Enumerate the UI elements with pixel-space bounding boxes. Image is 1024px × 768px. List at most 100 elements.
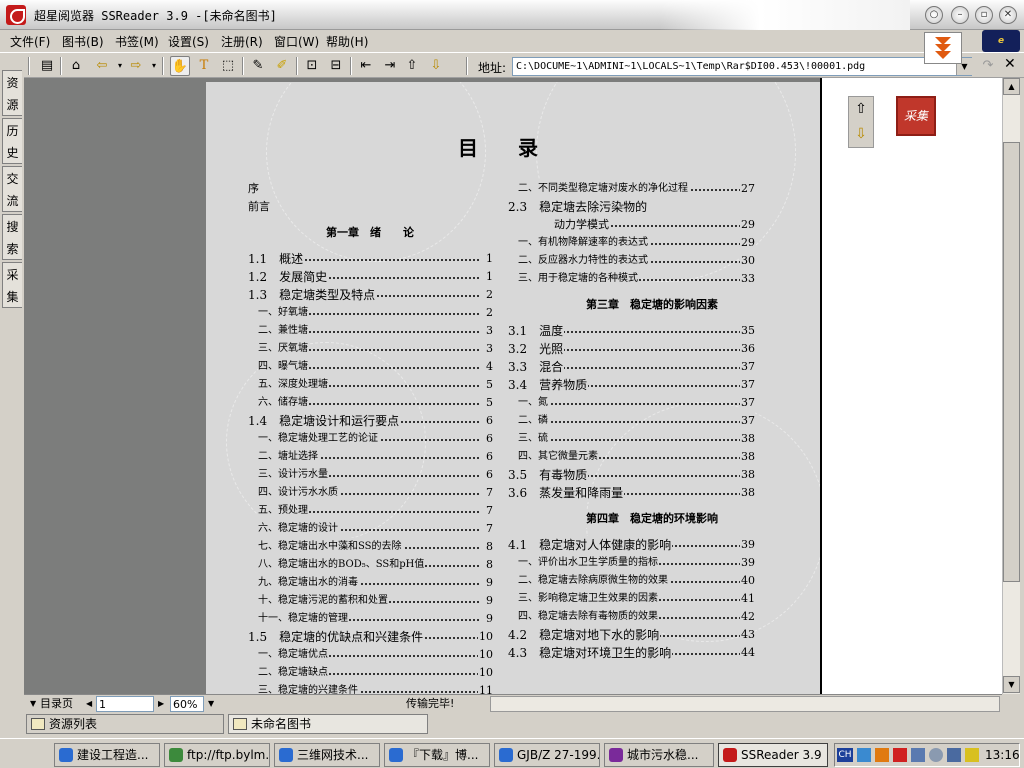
toc-entry-title: 1.3 稳定塘类型及特点 (248, 286, 377, 304)
toc-entry-title: 五、预处理 (258, 502, 309, 520)
page-up-icon[interactable]: ⇧ (849, 97, 873, 122)
circle-icon: ○ (929, 9, 939, 20)
prev-bookmark-icon[interactable]: ⇤ (356, 56, 376, 76)
taskbar-item[interactable]: 城市污水稳... (604, 743, 714, 767)
maximize-button[interactable]: ▫ (975, 6, 993, 24)
taskbar-item[interactable]: GJB/Z 27-199... (494, 743, 600, 767)
toc-page-number: 6 (485, 448, 493, 466)
toc-entry-title: 六、稳定塘的设计 (258, 520, 339, 538)
menu-book[interactable]: 图书(B) (62, 33, 104, 50)
page-width-icon[interactable]: ⊟ (326, 56, 346, 76)
shield-icon[interactable] (929, 748, 943, 762)
document-view[interactable]: 目 录 序前言 第一章 绪 论 1.1 概述 1 1.2 发展简史 1 1.3 稳定塘类型及… (24, 78, 1002, 694)
next-page-icon[interactable]: ▶ (158, 696, 164, 712)
list-icon (31, 718, 45, 730)
flashget-icon[interactable] (893, 748, 907, 762)
toc-page-number: 10 (478, 664, 493, 682)
monitor-icon[interactable] (947, 748, 961, 762)
back-arrow-icon[interactable]: ⇦ (92, 56, 112, 76)
toc-page-number: 38 (740, 484, 755, 502)
pen-icon[interactable]: ✐ (272, 56, 292, 76)
text-tool-icon[interactable]: T (194, 56, 214, 76)
sidetab-resources[interactable]: 资源 (2, 70, 22, 116)
scroll-up-icon[interactable]: ▲ (1003, 78, 1020, 95)
menu-settings[interactable]: 设置(S) (168, 33, 209, 50)
up-arrow-icon[interactable]: ⇧ (402, 56, 422, 76)
toc-page-number: 38 (740, 430, 755, 448)
home-icon[interactable]: ⌂ (66, 56, 86, 76)
ssreader-app-icon[interactable] (6, 5, 26, 25)
sidetab-search[interactable]: 搜索 (2, 214, 22, 260)
toc-page-number: 33 (740, 270, 755, 288)
toc-entry: 3.1 温度 35 (508, 322, 755, 340)
next-bookmark-icon[interactable]: ⇥ (380, 56, 400, 76)
window-title: 超星阅览器 SSReader 3.9 -[未命名图书] (34, 9, 277, 23)
sidetab-exchange[interactable]: 交流 (2, 166, 22, 212)
page-down-icon[interactable]: ⇩ (849, 122, 873, 147)
forward-arrow-icon[interactable]: ⇨ (126, 56, 146, 76)
toc-entry: 六、稳定塘的设计 7 (248, 520, 493, 538)
ie-icon (279, 748, 293, 762)
toc-entry: 二、兼性塘 3 (248, 322, 493, 340)
select-tool-icon[interactable]: ⬚ (218, 56, 238, 76)
prev-page-icon[interactable]: ◀ (86, 696, 92, 712)
forward-dropdown-icon[interactable]: ▾ (144, 56, 164, 76)
app-tray-icon[interactable] (875, 748, 889, 762)
address-input[interactable]: C:\DOCUME~1\ADMINI~1\LOCALS~1\Temp\Rar$D… (512, 57, 972, 76)
scroll-down-icon[interactable]: ▼ (1003, 676, 1020, 693)
hand-tool-icon[interactable]: ✋ (170, 56, 190, 76)
toc-entry: 三、稳定塘的兴建条件 11 (248, 682, 493, 694)
taskbar-item[interactable]: ftp://ftp.bylm... (164, 743, 270, 767)
toc-title-left: 目 (458, 136, 478, 160)
menu-window[interactable]: 窗口(W) (274, 33, 319, 50)
collect-button[interactable]: 采集 (896, 96, 936, 136)
horizontal-scrollbar[interactable] (490, 696, 1000, 712)
sidetab-collect[interactable]: 采集 (2, 262, 22, 308)
toc-page-number: 10 (478, 646, 493, 664)
zoom-select[interactable]: 60% (170, 696, 204, 712)
zoom-dropdown-icon[interactable]: ▼ (208, 696, 214, 712)
taskbar-item[interactable]: 『下载』博... (384, 743, 490, 767)
help-circle-button[interactable]: ○ (925, 6, 943, 24)
scroll-thumb[interactable] (1003, 142, 1020, 582)
menu-file[interactable]: 文件(F) (10, 33, 50, 50)
toc-entry: 十、稳定塘污泥的蓄积和处置 9 (248, 592, 493, 610)
page-mode-select[interactable]: 目录页 (40, 696, 73, 712)
download-button[interactable] (924, 32, 962, 64)
pencil-tray-icon[interactable] (965, 748, 979, 762)
toc-entry: 三、影响稳定塘卫生效果的因素 41 (508, 590, 755, 608)
menu-register[interactable]: 注册(R) (221, 33, 263, 50)
toc-entry-title: 动力学模式 (554, 216, 610, 234)
tray-icon[interactable] (911, 748, 925, 762)
go-arrow-icon[interactable]: ↷ (978, 56, 998, 76)
toc-page-number: 42 (740, 608, 755, 626)
input-language-indicator[interactable]: CH (837, 748, 853, 762)
menu-help[interactable]: 帮助(H) (326, 33, 368, 50)
mode-dropdown-icon[interactable]: ▼ (30, 696, 36, 712)
tab-untitled-book[interactable]: 未命名图书 (228, 714, 428, 734)
sidetab-history[interactable]: 历史 (2, 118, 22, 164)
menu-bookmark[interactable]: 书签(M) (115, 33, 159, 50)
vertical-scrollbar[interactable]: ▲ ▼ (1002, 78, 1020, 694)
highlight-icon[interactable]: ✎ (248, 56, 268, 76)
minimize-button[interactable]: – (951, 6, 969, 24)
page-number-input[interactable]: 1 (96, 696, 154, 712)
toolbar: ▤ ⌂ ⇦ ▾ ⇨ ▾ ✋ T ⬚ ✎ ✐ ⊡ ⊟ ⇤ ⇥ ⇧ ⇩ 地址: C:… (0, 52, 1024, 78)
down-arrow-icon[interactable]: ⇩ (426, 56, 446, 76)
page-fit-icon[interactable]: ⊡ (302, 56, 322, 76)
toc-entry: 3.6 蒸发量和降雨量 38 (508, 484, 755, 502)
close-button[interactable]: ✕ (999, 6, 1017, 24)
ie-icon (59, 748, 73, 762)
toc-page-number: 9 (485, 574, 493, 592)
toc-entry: 六、储存塘 5 (248, 394, 493, 412)
close-document-icon[interactable]: ✕ (1004, 56, 1016, 72)
taskbar-item[interactable]: 建设工程造... (54, 743, 160, 767)
toc-entry-title: 4.3 稳定塘对环境卫生的影响 (508, 644, 673, 662)
tab-resource-list[interactable]: 资源列表 (26, 714, 224, 734)
taskbar-item-ssreader[interactable]: SSReader 3.9 (718, 743, 828, 767)
list-icon[interactable]: ▤ (37, 56, 57, 76)
taskbar-item[interactable]: 三维网技术... (274, 743, 380, 767)
network-icon[interactable] (857, 748, 871, 762)
toc-page-number: 7 (485, 520, 493, 538)
toolbar-separator (350, 57, 352, 75)
